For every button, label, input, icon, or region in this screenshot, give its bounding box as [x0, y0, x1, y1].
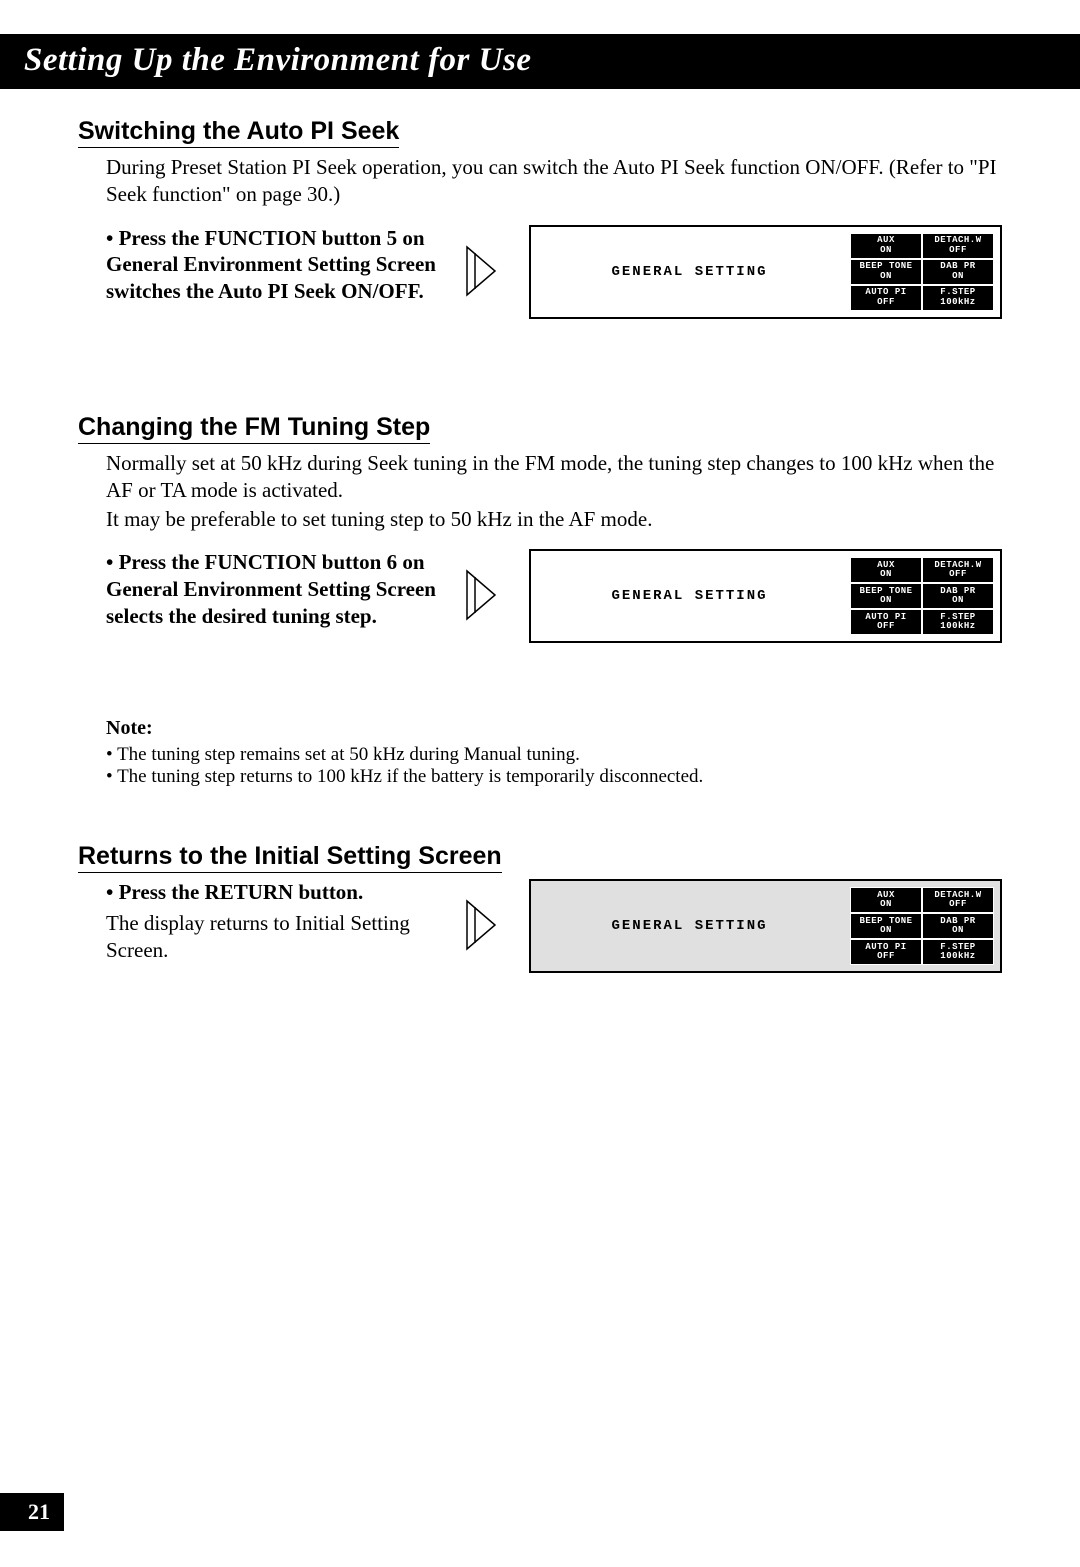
section3-heading: Returns to the Initial Setting Screen [78, 842, 502, 873]
section3-step-col: Press the RETURN button. The display ret… [106, 879, 441, 964]
status-fstep: F.STEP100kHz [922, 939, 994, 965]
section3-step-row: Press the RETURN button. The display ret… [106, 879, 1002, 973]
status-grid: AUXON DETACH.WOFF BEEP TONEON DAB PRON A… [850, 887, 994, 965]
note-item: The tuning step returns to 100 kHz if th… [106, 766, 1002, 788]
section2-heading: Changing the FM Tuning Step [78, 413, 430, 444]
section-fm-tuning-step: Changing the FM Tuning Step Normally set… [78, 385, 1002, 789]
screen-label: GENERAL SETTING [537, 918, 842, 934]
status-aux: AUXON [850, 233, 922, 259]
section1-body: During Preset Station PI Seek operation,… [106, 154, 1002, 209]
status-dab: DAB PRON [922, 259, 994, 285]
status-aux: AUXON [850, 557, 922, 583]
status-grid: AUXON DETACH.WOFF BEEP TONEON DAB PRON A… [850, 557, 994, 635]
note-heading: Note: [106, 717, 1002, 740]
status-autopi: AUTO PIOFF [850, 285, 922, 311]
pointer-icon [461, 879, 509, 953]
section2-body2: It may be preferable to set tuning step … [106, 506, 1002, 533]
status-detach: DETACH.WOFF [922, 887, 994, 913]
section-returns-initial: Returns to the Initial Setting Screen Pr… [78, 814, 1002, 973]
screen-label: GENERAL SETTING [537, 588, 842, 604]
page-number: 21 [0, 1493, 64, 1531]
status-autopi: AUTO PIOFF [850, 939, 922, 965]
status-beep: BEEP TONEON [850, 259, 922, 285]
section1-step-row: Press the FUNCTION button 5 on General E… [106, 225, 1002, 319]
screen-panel-shaded: GENERAL SETTING AUXON DETACH.WOFF BEEP T… [529, 879, 1002, 973]
screen-panel: GENERAL SETTING AUXON DETACH.WOFF BEEP T… [529, 549, 1002, 643]
note-item: The tuning step remains set at 50 kHz du… [106, 744, 1002, 766]
status-beep: BEEP TONEON [850, 913, 922, 939]
status-detach: DETACH.WOFF [922, 557, 994, 583]
status-fstep: F.STEP100kHz [922, 285, 994, 311]
status-beep: BEEP TONEON [850, 583, 922, 609]
status-detach: DETACH.WOFF [922, 233, 994, 259]
section1-heading: Switching the Auto PI Seek [78, 117, 399, 148]
note-block: Note: The tuning step remains set at 50 … [106, 717, 1002, 788]
status-dab: DAB PRON [922, 913, 994, 939]
screen-label: GENERAL SETTING [537, 264, 842, 280]
chapter-title: Setting Up the Environment for Use [0, 34, 1080, 89]
screen-panel: GENERAL SETTING AUXON DETACH.WOFF BEEP T… [529, 225, 1002, 319]
section-auto-pi-seek: Switching the Auto PI Seek During Preset… [78, 89, 1002, 319]
page-content: Switching the Auto PI Seek During Preset… [0, 89, 1080, 973]
status-fstep: F.STEP100kHz [922, 609, 994, 635]
note-list: The tuning step remains set at 50 kHz du… [106, 744, 1002, 788]
section2-step-text: Press the FUNCTION button 6 on General E… [106, 549, 441, 630]
status-autopi: AUTO PIOFF [850, 609, 922, 635]
section3-step-text: Press the RETURN button. [106, 879, 441, 906]
section2-body1: Normally set at 50 kHz during Seek tunin… [106, 450, 1002, 505]
pointer-icon [461, 549, 509, 623]
status-dab: DAB PRON [922, 583, 994, 609]
section2-step-row: Press the FUNCTION button 6 on General E… [106, 549, 1002, 643]
status-grid: AUXON DETACH.WOFF BEEP TONEON DAB PRON A… [850, 233, 994, 311]
pointer-icon [461, 225, 509, 299]
section1-step-text: Press the FUNCTION button 5 on General E… [106, 225, 441, 306]
status-aux: AUXON [850, 887, 922, 913]
section3-substep: The display returns to Initial Setting S… [106, 910, 441, 964]
